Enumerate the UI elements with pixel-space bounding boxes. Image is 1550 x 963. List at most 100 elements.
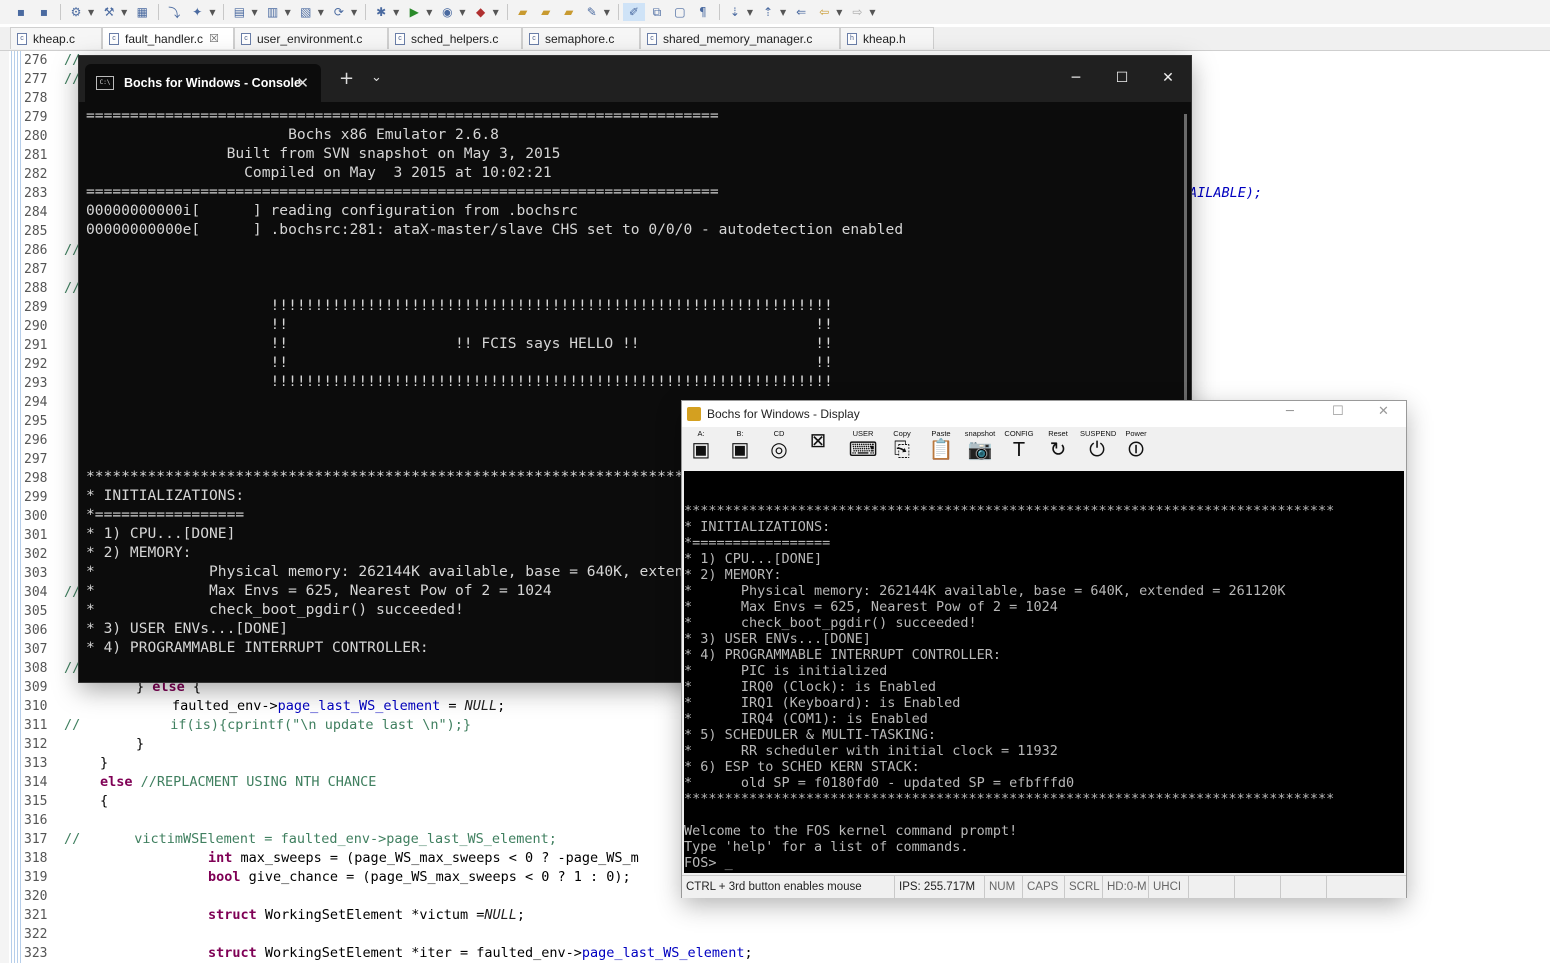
- chevron-down-icon[interactable]: ▼: [459, 8, 465, 17]
- chevron-down-icon[interactable]: ▼: [836, 8, 842, 17]
- chevron-down-icon[interactable]: ▼: [493, 8, 499, 17]
- chevron-down-icon[interactable]: ▼: [121, 8, 127, 17]
- paste-button[interactable]: Paste 📋: [924, 429, 958, 467]
- paste-icon: 📋: [928, 439, 954, 461]
- line-number: 289: [24, 300, 48, 315]
- new-project-icon[interactable]: ▤: [228, 3, 250, 21]
- close-button[interactable]: ✕: [1145, 64, 1191, 92]
- power-button[interactable]: Power ⏼: [1119, 429, 1153, 467]
- display-titlebar[interactable]: Bochs for Windows - Display ─ ☐ ✕: [682, 401, 1406, 427]
- forward-icon[interactable]: ⇨: [846, 3, 868, 21]
- run-icon[interactable]: ▶: [403, 3, 425, 21]
- commented-code: victimWSElement = faulted_env->page_last…: [134, 831, 557, 847]
- line-number: 291: [24, 338, 48, 353]
- block-select-icon[interactable]: ▢: [669, 3, 691, 21]
- refresh-icon[interactable]: ⟳: [328, 3, 350, 21]
- tab-kheap-h[interactable]: h kheap.h: [840, 27, 934, 49]
- line-number: 300: [24, 509, 48, 524]
- back-icon[interactable]: ⇦: [813, 3, 835, 21]
- console-tab[interactable]: C:\ Bochs for Windows - Console ✕: [85, 64, 321, 102]
- reset-button[interactable]: Reset ↻: [1041, 429, 1075, 467]
- last-edit-icon[interactable]: ⇐: [790, 3, 812, 21]
- line-number: 311: [24, 718, 48, 733]
- minimize-button[interactable]: ─: [1053, 64, 1099, 92]
- chevron-down-icon[interactable]: ▼: [604, 8, 610, 17]
- cdrom-button[interactable]: CD ◎: [762, 429, 796, 467]
- prev-annotation-icon[interactable]: ⇡: [757, 3, 779, 21]
- sync-icon[interactable]: ⚙: [65, 3, 87, 21]
- chevron-down-icon[interactable]: ▼: [869, 8, 875, 17]
- tab-fault-handler-c[interactable]: c fault_handler.c ☒: [102, 27, 234, 49]
- build-hammer-icon[interactable]: ⚒: [98, 3, 120, 21]
- tab-sched-helpers-c[interactable]: c sched_helpers.c: [388, 27, 522, 49]
- open-type-icon[interactable]: ▰: [535, 3, 557, 21]
- status-slot: [1234, 876, 1278, 898]
- chevron-down-icon[interactable]: ▼: [251, 8, 257, 17]
- save-icon[interactable]: ▪: [10, 3, 32, 21]
- pen-icon[interactable]: ✎: [581, 3, 603, 21]
- bug-icon[interactable]: ✱: [370, 3, 392, 21]
- chevron-down-icon[interactable]: ▼: [747, 8, 753, 17]
- binary-icon[interactable]: ▦: [131, 3, 153, 21]
- mouse-button[interactable]: ⊠: [801, 429, 835, 467]
- line-number: 299: [24, 490, 48, 505]
- chevron-down-icon[interactable]: ▼: [351, 8, 357, 17]
- new-file-icon[interactable]: ▧: [295, 3, 317, 21]
- console-titlebar[interactable]: C:\ Bochs for Windows - Console ✕ + ⌄ ─ …: [79, 56, 1191, 102]
- keyword: else: [100, 774, 133, 790]
- debug-icon[interactable]: ✦: [186, 3, 208, 21]
- run-config-icon[interactable]: ◉: [436, 3, 458, 21]
- chevron-down-icon[interactable]: ▼: [393, 8, 399, 17]
- floppy-b-button[interactable]: B: ▣: [723, 429, 757, 467]
- open-folder-icon[interactable]: ▰: [512, 3, 534, 21]
- toolbar-separator: [365, 4, 367, 20]
- c-file-icon: c: [647, 32, 657, 45]
- code-line-318: int max_sweeps = (page_WS_max_sweeps < 0…: [208, 849, 639, 868]
- save-all-icon[interactable]: ▪: [33, 3, 55, 21]
- snapshot-button[interactable]: snapshot 📷: [963, 429, 997, 467]
- chevron-down-icon[interactable]: ▼: [318, 8, 324, 17]
- line-number: 307: [24, 642, 48, 657]
- maximize-button[interactable]: ☐: [1332, 404, 1344, 419]
- tab-shared-memory-manager-c[interactable]: c shared_memory_manager.c: [640, 27, 840, 49]
- maximize-button[interactable]: ☐: [1099, 64, 1145, 92]
- line-number: 323: [24, 946, 48, 961]
- close-icon[interactable]: ☒: [209, 32, 219, 45]
- console-line: Built from SVN snapshot on May 3, 2015: [86, 145, 561, 162]
- minimize-button[interactable]: ─: [1286, 404, 1294, 419]
- screen-line: * old SP = f0180fd0 - updated SP = efbff…: [684, 775, 1075, 791]
- new-folder-icon[interactable]: ▥: [262, 3, 284, 21]
- close-tab-icon[interactable]: ✕: [296, 74, 309, 92]
- copy-button[interactable]: Copy ⎘: [885, 429, 919, 467]
- external-tools-icon[interactable]: ◆: [470, 3, 492, 21]
- show-whitespace-icon[interactable]: ¶: [692, 3, 714, 21]
- next-annotation-icon[interactable]: ⇣: [724, 3, 746, 21]
- chevron-down-icon[interactable]: ⌄: [371, 70, 382, 85]
- line-number: 318: [24, 851, 48, 866]
- bochs-display-window[interactable]: Bochs for Windows - Display ─ ☐ ✕ A: ▣ B: ▣…: [682, 401, 1406, 898]
- chevron-down-icon[interactable]: ▼: [780, 8, 786, 17]
- toolbar-separator: [223, 4, 225, 20]
- floppy-a-button[interactable]: A: ▣: [684, 429, 718, 467]
- highlight-icon[interactable]: ✐: [622, 3, 645, 21]
- new-tab-button[interactable]: +: [339, 68, 354, 89]
- emulator-screen[interactable]: ****************************************…: [684, 471, 1404, 873]
- chevron-down-icon[interactable]: ▼: [88, 8, 94, 17]
- config-button[interactable]: CONFIG T: [1002, 429, 1036, 467]
- tab-kheap-c[interactable]: c kheap.c: [10, 27, 102, 49]
- user-button[interactable]: USER ⌨: [846, 429, 880, 467]
- occurrences-icon[interactable]: ⧉: [646, 3, 668, 21]
- tab-semaphore-c[interactable]: c semaphore.c: [522, 27, 640, 49]
- chevron-down-icon[interactable]: ▼: [426, 8, 432, 17]
- tab-user-environment-c[interactable]: c user_environment.c: [234, 27, 388, 49]
- toolbar-separator: [617, 4, 619, 20]
- chevron-down-icon[interactable]: ▼: [209, 8, 215, 17]
- chevron-down-icon[interactable]: ▼: [285, 8, 291, 17]
- line-number: 316: [24, 813, 48, 828]
- skip-breakpoints-icon[interactable]: ⤵: [163, 3, 185, 21]
- close-button[interactable]: ✕: [1378, 404, 1389, 419]
- suspend-button[interactable]: SUSPEND ⏻: [1080, 429, 1116, 467]
- screen-line: Welcome to the FOS kernel command prompt…: [684, 823, 1018, 839]
- open-resource-icon[interactable]: ▰: [558, 3, 580, 21]
- line-number: 310: [24, 699, 48, 714]
